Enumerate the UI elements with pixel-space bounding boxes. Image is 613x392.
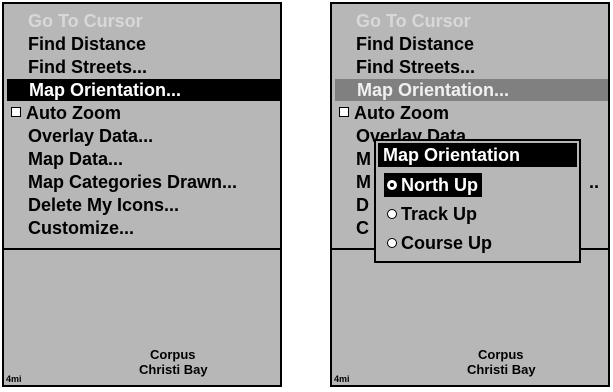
menu-item-customize[interactable]: Customize... [6, 217, 280, 239]
menu-item-go-to-cursor[interactable]: Go To Cursor [6, 10, 280, 32]
radio-icon[interactable] [387, 180, 397, 190]
auto-zoom-checkbox[interactable] [11, 107, 21, 117]
map-scale-label: 4mi [6, 374, 22, 384]
map-orientation-popup: Map Orientation North Up Track Up Course… [374, 139, 581, 263]
radio-icon[interactable] [387, 238, 397, 248]
auto-zoom-checkbox[interactable] [339, 107, 349, 117]
menu-item-go-to-cursor[interactable]: Go To Cursor [334, 10, 608, 32]
menu-item-find-distance[interactable]: Find Distance [6, 33, 280, 55]
menu-item-auto-zoom[interactable]: Auto Zoom [334, 102, 608, 124]
gps-screen-left: Go To Cursor Find Distance Find Streets.… [2, 2, 282, 387]
map-place-label: Christi Bay [139, 362, 208, 377]
map-menu: Go To Cursor Find Distance Find Streets.… [4, 8, 280, 250]
menu-item-trailing-text: .. [589, 172, 600, 192]
map-place-label: Corpus [150, 347, 196, 362]
menu-item-find-streets[interactable]: Find Streets... [334, 56, 608, 78]
option-north-up[interactable]: North Up [384, 173, 482, 197]
menu-item-map-orientation[interactable]: Map Orientation... [7, 79, 280, 101]
gps-screen-right: Go To Cursor Find Distance Find Streets.… [330, 2, 610, 387]
map-place-label: Corpus [478, 347, 524, 362]
option-label: Course Up [401, 233, 493, 253]
map-scale-label: 4mi [334, 374, 350, 384]
menu-item-find-streets[interactable]: Find Streets... [6, 56, 280, 78]
option-label: Track Up [401, 204, 478, 224]
option-track-up[interactable]: Track Up [384, 202, 481, 226]
menu-item-delete-my-icons[interactable]: Delete My Icons... [6, 194, 280, 216]
menu-item-map-orientation[interactable]: Map Orientation... [335, 79, 608, 101]
menu-item-label: Auto Zoom [26, 103, 121, 123]
menu-item-map-categories-drawn[interactable]: Map Categories Drawn... [6, 171, 280, 193]
menu-item-overlay-data[interactable]: Overlay Data... [6, 125, 280, 147]
menu-item-auto-zoom[interactable]: Auto Zoom [6, 102, 280, 124]
menu-item-map-data[interactable]: Map Data... [6, 148, 280, 170]
popup-title: Map Orientation [378, 143, 577, 167]
radio-icon[interactable] [387, 209, 397, 219]
option-label: North Up [401, 175, 478, 195]
menu-item-find-distance[interactable]: Find Distance [334, 33, 608, 55]
menu-item-label: Auto Zoom [354, 103, 449, 123]
option-course-up[interactable]: Course Up [384, 231, 496, 255]
map-place-label: Christi Bay [467, 362, 536, 377]
menu-item-label: M [356, 172, 371, 192]
